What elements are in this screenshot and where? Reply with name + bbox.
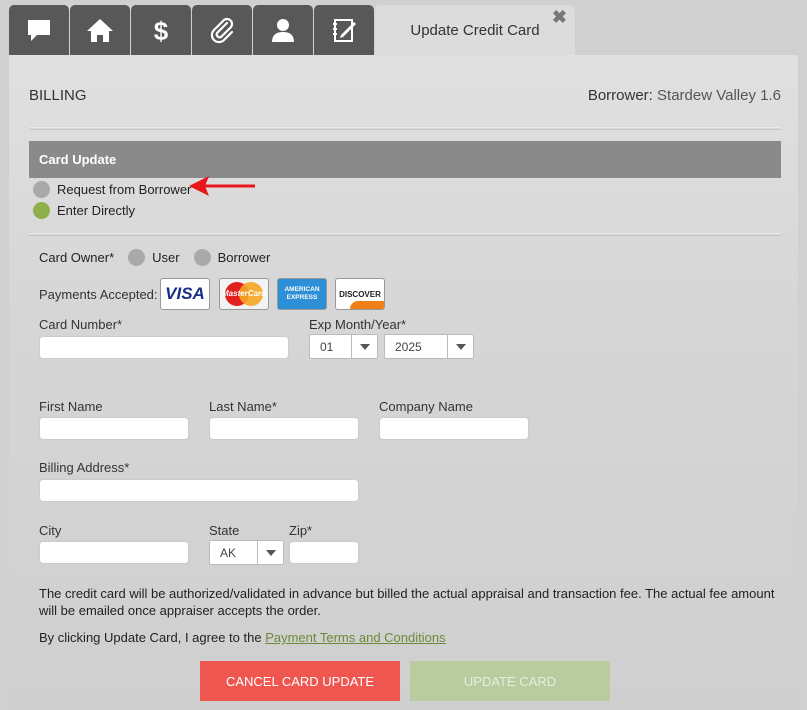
radio-dot[interactable] [128, 249, 146, 266]
divider [29, 127, 781, 130]
exp-month-select[interactable]: 01 [309, 334, 378, 359]
update-card-button[interactable]: UPDATE CARD [410, 661, 610, 701]
tab-bar: $ Update Credit Card ✖ [0, 0, 807, 55]
card-number-label: Card Number* [39, 317, 123, 332]
discover-text: DISCOVER [339, 289, 381, 299]
terms-link[interactable]: Payment Terms and Conditions [265, 630, 445, 645]
section-title: BILLING [29, 87, 87, 104]
card-owner-label: Card Owner* [39, 250, 115, 265]
billing-address-label: Billing Address* [39, 460, 130, 475]
close-icon[interactable]: ✖ [552, 8, 567, 26]
paperclip-icon [210, 17, 234, 44]
borrower-info: Borrower: Stardew Valley 1.6 [588, 87, 781, 104]
company-name-input[interactable] [379, 417, 529, 440]
mastercard-logo: MasterCard [219, 278, 269, 310]
dollar-icon: $ [154, 16, 169, 45]
billing-address-input[interactable] [39, 479, 359, 502]
radio-enter-directly[interactable]: Enter Directly [33, 202, 135, 219]
tab-notes[interactable] [314, 5, 374, 55]
card-owner-user[interactable]: User [152, 250, 179, 265]
terms-line: By clicking Update Card, I agree to the … [39, 629, 446, 646]
comment-icon [28, 20, 50, 41]
divider [29, 233, 781, 236]
tab-attachments[interactable] [192, 5, 252, 55]
cancel-card-update-button[interactable]: CANCEL CARD UPDATE [200, 661, 400, 701]
exp-year-value: 2025 [395, 339, 422, 354]
card-owner-row: Card Owner* User Borrower [39, 249, 270, 266]
chevron-down-icon [447, 335, 473, 358]
card-owner-borrower[interactable]: Borrower [218, 250, 271, 265]
chevron-down-icon [351, 335, 377, 358]
exp-label: Exp Month/Year* [309, 317, 407, 332]
last-name-input[interactable] [209, 417, 359, 440]
tab-title: Update Credit Card [410, 22, 540, 39]
visa-text: VISA [165, 284, 205, 303]
svg-text:$: $ [154, 16, 169, 45]
radio-label: Enter Directly [57, 203, 136, 218]
amex-text: AMERICAN EXPRESS [284, 286, 320, 301]
state-label: State [209, 523, 240, 538]
billing-panel: BILLING Borrower: Stardew Valley 1.6 Car… [9, 55, 798, 710]
borrower-label: Borrower: [587, 87, 653, 104]
tab-update-credit-card[interactable]: Update Credit Card ✖ [375, 5, 575, 55]
terms-prefix: By clicking Update Card, I agree to the [39, 630, 262, 645]
visa-logo: VISA [160, 278, 210, 310]
zip-input[interactable] [289, 541, 359, 564]
home-icon [87, 19, 113, 42]
state-value: AK [220, 545, 237, 560]
radio-request-from-borrower[interactable]: Request from Borrower [33, 181, 191, 198]
tab-billing[interactable]: $ [131, 5, 191, 55]
mastercard-text: MasterCard [222, 289, 267, 298]
city-input[interactable] [39, 541, 189, 564]
company-name-label: Company Name [379, 399, 473, 414]
discover-logo: DISCOVER [335, 278, 385, 310]
amex-logo: AMERICAN EXPRESS [277, 278, 327, 310]
city-label: City [39, 523, 62, 538]
card-update-header: Card Update [29, 141, 781, 178]
first-name-label: First Name [39, 399, 103, 414]
chevron-down-icon [257, 541, 283, 564]
borrower-name: Stardew Valley 1.6 [657, 87, 781, 104]
annotation-arrow-icon [189, 176, 255, 196]
radio-label: Request from Borrower [57, 182, 192, 197]
exp-year-select[interactable]: 2025 [384, 334, 474, 359]
last-name-label: Last Name* [209, 399, 277, 414]
tab-contacts[interactable] [253, 5, 313, 55]
exp-month-value: 01 [320, 339, 334, 354]
zip-label: Zip* [289, 523, 313, 538]
card-number-input[interactable] [39, 336, 289, 359]
authorization-notice: The credit card will be authorized/valid… [39, 586, 775, 618]
radio-dot[interactable] [33, 202, 50, 219]
tab-home[interactable] [70, 5, 130, 55]
notebook-icon [333, 19, 356, 42]
payments-label: Payments Accepted: [39, 287, 158, 302]
tab-comments[interactable] [9, 5, 69, 55]
first-name-input[interactable] [39, 417, 189, 440]
radio-dot[interactable] [193, 249, 211, 266]
user-icon [272, 19, 294, 42]
radio-dot[interactable] [33, 181, 50, 198]
state-select[interactable]: AK [209, 540, 284, 565]
